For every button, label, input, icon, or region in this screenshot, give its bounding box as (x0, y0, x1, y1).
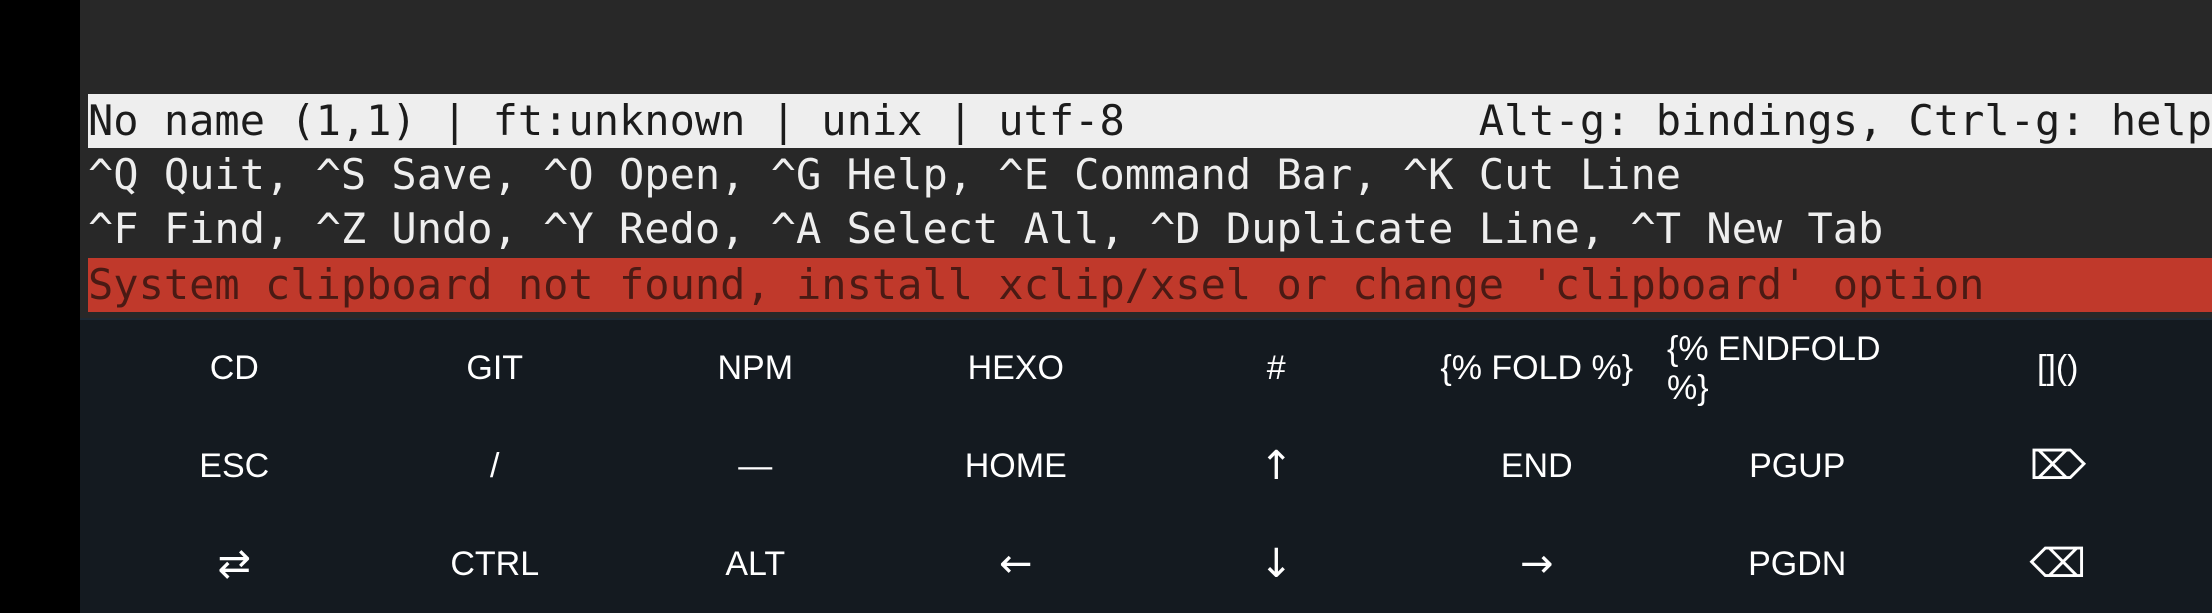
status-key-hints: Alt-g: bindings, Ctrl-g: help (1478, 96, 2212, 145)
down-arrow-icon: ↓ (1259, 541, 1293, 588)
key-cd[interactable]: CD (104, 320, 365, 418)
up-arrow-icon: ↑ (1259, 443, 1293, 490)
key-hexo[interactable]: HEXO (886, 320, 1147, 418)
error-message-bar: System clipboard not found, install xcli… (88, 258, 2212, 312)
left-gutter (0, 0, 80, 613)
key-home[interactable]: HOME (886, 418, 1147, 516)
key-fold[interactable]: {% FOLD %} (1407, 320, 1668, 418)
tab-arrows-icon: ⇄ (217, 541, 251, 588)
right-arrow-icon: → (1519, 541, 1554, 588)
help-line-1: ^Q Quit, ^S Save, ^O Open, ^G Help, ^E C… (88, 150, 1682, 199)
key-up-arrow-icon[interactable]: ↑ (1146, 418, 1407, 516)
key-pgdn[interactable]: PGDN (1667, 515, 1928, 613)
key-backspace[interactable]: ⌫ (1928, 515, 2189, 613)
left-arrow-icon: ← (998, 541, 1033, 588)
key-ctrl[interactable]: CTRL (365, 515, 626, 613)
key-markdown-link[interactable]: []() (1928, 320, 2189, 418)
backspace-icon: ⌫ (2029, 541, 2087, 588)
delete-forward-icon: ⌦ (2029, 443, 2087, 490)
editor-status-bar: No name (1,1) | ft:unknown | unix | utf-… (88, 94, 2212, 148)
key-dash[interactable]: — (625, 418, 886, 516)
key-pgup[interactable]: PGUP (1667, 418, 1928, 516)
key-right[interactable]: → (1407, 515, 1668, 613)
key-tab[interactable]: ⇄ (104, 515, 365, 613)
key-esc[interactable]: ESC (104, 418, 365, 516)
key-slash[interactable]: / (365, 418, 626, 516)
extra-keys-bar: CD GIT NPM HEXO # {% FOLD %} {% ENDFOLD … (80, 318, 2212, 613)
help-line-2: ^F Find, ^Z Undo, ^Y Redo, ^A Select All… (88, 204, 1884, 253)
key-left[interactable]: ← (886, 515, 1147, 613)
key-git[interactable]: GIT (365, 320, 626, 418)
key-delete[interactable]: ⌦ (1928, 418, 2189, 516)
terminal-editor[interactable]: No name (1,1) | ft:unknown | unix | utf-… (80, 0, 2212, 318)
key-end[interactable]: END (1407, 418, 1668, 516)
key-npm[interactable]: NPM (625, 320, 886, 418)
key-hash[interactable]: # (1146, 320, 1407, 418)
status-file-info: No name (1,1) | ft:unknown | unix | utf-… (88, 96, 1125, 145)
key-down[interactable]: ↓ (1146, 515, 1407, 613)
key-alt[interactable]: ALT (625, 515, 886, 613)
key-endfold[interactable]: {% ENDFOLD %} (1667, 320, 1928, 418)
